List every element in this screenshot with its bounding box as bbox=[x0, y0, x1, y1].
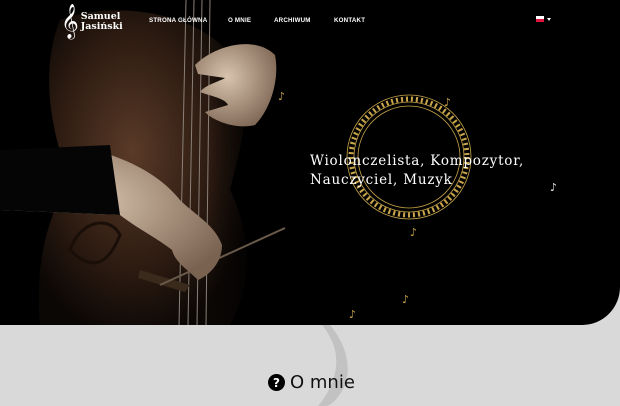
music-note-icon: ♪ bbox=[402, 293, 410, 306]
treble-clef-watermark-icon bbox=[318, 325, 348, 406]
hero-headline-line2: Nauczyciel, Muzyk bbox=[310, 172, 453, 188]
question-circle-icon: ? bbox=[268, 374, 285, 391]
music-note-icon: ♪ bbox=[349, 308, 357, 321]
chevron-down-icon bbox=[547, 17, 551, 21]
nav-item-about[interactable]: O MNIE bbox=[228, 17, 251, 24]
music-note-icon: ♪ bbox=[444, 96, 452, 109]
hero-headline-line1: Wiolonczelista, Kompozytor, bbox=[310, 153, 525, 169]
site-logo[interactable]: 𝄞 Samuel Jasiński bbox=[61, 6, 131, 38]
music-note-icon: ♪ bbox=[410, 226, 418, 239]
hero-headline: Wiolonczelista, Kompozytor, Nauczyciel, … bbox=[310, 152, 524, 190]
language-switcher[interactable] bbox=[536, 16, 551, 22]
nav-item-contact[interactable]: KONTAKT bbox=[334, 17, 365, 24]
logo-last-name: Jasiński bbox=[80, 21, 123, 32]
about-title: O mnie bbox=[290, 372, 355, 393]
polish-flag-icon bbox=[536, 16, 544, 22]
nav-item-home[interactable]: STRONA GŁÓWNA bbox=[149, 17, 207, 24]
about-section bbox=[0, 325, 620, 406]
treble-clef-icon: 𝄞 bbox=[61, 4, 79, 39]
music-note-icon: ♪ bbox=[278, 90, 286, 103]
nav-item-archive[interactable]: ARCHIWUM bbox=[274, 17, 311, 24]
hero-banner: ♪ ♪ ♪ ♪ ♪ ♪ 𝄞 Samuel Jasiński STRONA GŁÓ… bbox=[0, 0, 620, 325]
music-note-icon: ♪ bbox=[550, 181, 558, 194]
about-heading: ? O mnie bbox=[268, 372, 355, 393]
